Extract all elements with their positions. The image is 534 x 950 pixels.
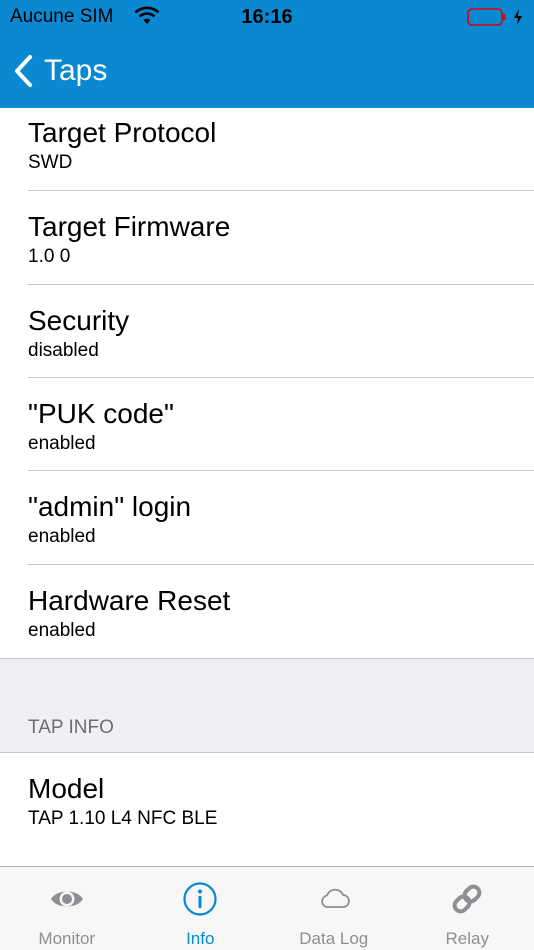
info-list[interactable]: Target Protocol SWD Target Firmware 1.0 … <box>0 108 534 866</box>
row-title: Security <box>28 305 130 336</box>
tab-label: Monitor <box>38 929 96 948</box>
charging-icon <box>514 9 522 25</box>
row-title: Hardware Reset <box>28 585 231 616</box>
link-icon <box>452 884 482 914</box>
tab-monitor[interactable]: Monitor <box>0 867 134 950</box>
row-model: Model TAP 1.10 L4 NFC BLE <box>0 753 534 866</box>
tab-label: Data Log <box>299 929 369 948</box>
row-value: disabled <box>28 340 99 361</box>
row-title: Target Protocol <box>28 117 217 148</box>
chevron-left-icon <box>15 55 32 87</box>
tab-label: Relay <box>445 929 489 948</box>
row-puk-code: "PUK code" enabled <box>0 378 534 471</box>
row-title: "admin" login <box>28 491 192 522</box>
tab-data-log[interactable]: Data Log <box>267 867 401 950</box>
status-bar: Aucune SIM 16:16 <box>0 0 534 36</box>
row-value: SWD <box>28 152 73 173</box>
row-value: TAP 1.10 L4 NFC BLE <box>28 808 218 829</box>
row-hardware-reset: Hardware Reset enabled <box>0 565 534 659</box>
row-title: "PUK code" <box>28 398 174 429</box>
info-icon <box>183 882 217 916</box>
battery-icon <box>467 8 506 26</box>
tab-label: Info <box>186 929 215 948</box>
back-button[interactable]: Taps <box>12 50 107 92</box>
section-header-tap-info: TAP INFO <box>0 659 534 753</box>
row-value: enabled <box>28 620 96 641</box>
status-time: 16:16 <box>241 6 293 28</box>
row-value: 1.0 0 <box>28 246 71 267</box>
row-title: Target Firmware <box>28 211 231 242</box>
eye-icon <box>50 891 83 907</box>
row-value: enabled <box>28 526 96 547</box>
row-target-firmware: Target Firmware 1.0 0 <box>0 191 534 285</box>
navigation-bar: Taps <box>0 36 534 108</box>
row-admin-login: "admin" login enabled <box>0 471 534 565</box>
cloud-icon <box>321 888 350 908</box>
back-label: Taps <box>44 54 108 87</box>
tab-info[interactable]: Info <box>134 867 268 950</box>
tab-relay[interactable]: Relay <box>401 867 534 950</box>
row-value: enabled <box>28 433 96 454</box>
row-target-protocol: Target Protocol SWD <box>0 108 534 191</box>
row-security: Security disabled <box>0 285 534 378</box>
section-title: TAP INFO <box>28 717 114 738</box>
tab-bar: Monitor Info Data Log Relay <box>0 866 534 950</box>
row-title: Model <box>28 773 105 804</box>
